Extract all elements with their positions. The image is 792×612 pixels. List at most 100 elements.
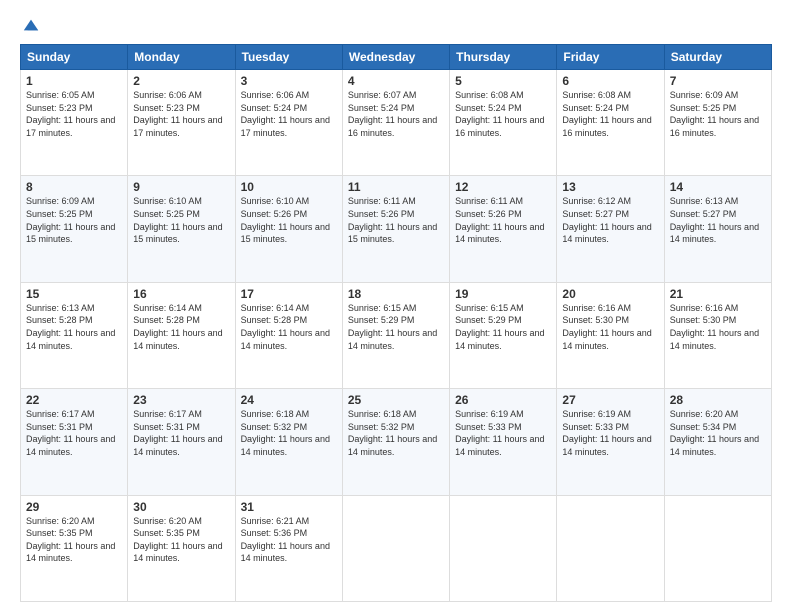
day-detail: Sunrise: 6:10 AMSunset: 5:25 PMDaylight:…	[133, 196, 222, 244]
calendar-cell: 28 Sunrise: 6:20 AMSunset: 5:34 PMDaylig…	[664, 389, 771, 495]
day-detail: Sunrise: 6:11 AMSunset: 5:26 PMDaylight:…	[348, 196, 437, 244]
day-detail: Sunrise: 6:09 AMSunset: 5:25 PMDaylight:…	[26, 196, 115, 244]
day-number: 10	[241, 180, 337, 194]
day-detail: Sunrise: 6:06 AMSunset: 5:24 PMDaylight:…	[241, 90, 330, 138]
calendar-cell: 19 Sunrise: 6:15 AMSunset: 5:29 PMDaylig…	[450, 282, 557, 388]
calendar-cell: 18 Sunrise: 6:15 AMSunset: 5:29 PMDaylig…	[342, 282, 449, 388]
calendar-cell: 14 Sunrise: 6:13 AMSunset: 5:27 PMDaylig…	[664, 176, 771, 282]
day-number: 31	[241, 500, 337, 514]
day-detail: Sunrise: 6:16 AMSunset: 5:30 PMDaylight:…	[670, 303, 759, 351]
day-number: 8	[26, 180, 122, 194]
day-header: Thursday	[450, 45, 557, 70]
calendar-header-row: SundayMondayTuesdayWednesdayThursdayFrid…	[21, 45, 772, 70]
day-detail: Sunrise: 6:18 AMSunset: 5:32 PMDaylight:…	[241, 409, 330, 457]
day-number: 19	[455, 287, 551, 301]
day-number: 18	[348, 287, 444, 301]
day-detail: Sunrise: 6:20 AMSunset: 5:35 PMDaylight:…	[133, 516, 222, 564]
calendar-cell: 4 Sunrise: 6:07 AMSunset: 5:24 PMDayligh…	[342, 70, 449, 176]
day-number: 3	[241, 74, 337, 88]
day-detail: Sunrise: 6:13 AMSunset: 5:27 PMDaylight:…	[670, 196, 759, 244]
calendar-cell: 24 Sunrise: 6:18 AMSunset: 5:32 PMDaylig…	[235, 389, 342, 495]
day-header: Wednesday	[342, 45, 449, 70]
day-number: 22	[26, 393, 122, 407]
calendar-cell: 1 Sunrise: 6:05 AMSunset: 5:23 PMDayligh…	[21, 70, 128, 176]
calendar-cell	[557, 495, 664, 601]
calendar-week-row: 1 Sunrise: 6:05 AMSunset: 5:23 PMDayligh…	[21, 70, 772, 176]
day-detail: Sunrise: 6:16 AMSunset: 5:30 PMDaylight:…	[562, 303, 651, 351]
day-number: 1	[26, 74, 122, 88]
calendar-cell	[664, 495, 771, 601]
calendar-cell: 13 Sunrise: 6:12 AMSunset: 5:27 PMDaylig…	[557, 176, 664, 282]
day-detail: Sunrise: 6:07 AMSunset: 5:24 PMDaylight:…	[348, 90, 437, 138]
calendar-cell: 27 Sunrise: 6:19 AMSunset: 5:33 PMDaylig…	[557, 389, 664, 495]
day-number: 5	[455, 74, 551, 88]
calendar-week-row: 29 Sunrise: 6:20 AMSunset: 5:35 PMDaylig…	[21, 495, 772, 601]
day-detail: Sunrise: 6:08 AMSunset: 5:24 PMDaylight:…	[562, 90, 651, 138]
logo-icon	[22, 16, 40, 34]
day-number: 4	[348, 74, 444, 88]
day-number: 2	[133, 74, 229, 88]
day-number: 23	[133, 393, 229, 407]
day-detail: Sunrise: 6:18 AMSunset: 5:32 PMDaylight:…	[348, 409, 437, 457]
day-number: 14	[670, 180, 766, 194]
day-number: 9	[133, 180, 229, 194]
day-detail: Sunrise: 6:12 AMSunset: 5:27 PMDaylight:…	[562, 196, 651, 244]
calendar-cell: 7 Sunrise: 6:09 AMSunset: 5:25 PMDayligh…	[664, 70, 771, 176]
day-detail: Sunrise: 6:17 AMSunset: 5:31 PMDaylight:…	[133, 409, 222, 457]
day-number: 16	[133, 287, 229, 301]
day-detail: Sunrise: 6:19 AMSunset: 5:33 PMDaylight:…	[455, 409, 544, 457]
day-detail: Sunrise: 6:15 AMSunset: 5:29 PMDaylight:…	[455, 303, 544, 351]
day-number: 28	[670, 393, 766, 407]
day-number: 12	[455, 180, 551, 194]
calendar-week-row: 15 Sunrise: 6:13 AMSunset: 5:28 PMDaylig…	[21, 282, 772, 388]
day-number: 7	[670, 74, 766, 88]
day-detail: Sunrise: 6:13 AMSunset: 5:28 PMDaylight:…	[26, 303, 115, 351]
day-header: Sunday	[21, 45, 128, 70]
day-number: 26	[455, 393, 551, 407]
calendar-week-row: 22 Sunrise: 6:17 AMSunset: 5:31 PMDaylig…	[21, 389, 772, 495]
calendar-week-row: 8 Sunrise: 6:09 AMSunset: 5:25 PMDayligh…	[21, 176, 772, 282]
day-detail: Sunrise: 6:14 AMSunset: 5:28 PMDaylight:…	[133, 303, 222, 351]
day-detail: Sunrise: 6:14 AMSunset: 5:28 PMDaylight:…	[241, 303, 330, 351]
day-number: 15	[26, 287, 122, 301]
calendar-cell	[450, 495, 557, 601]
page: SundayMondayTuesdayWednesdayThursdayFrid…	[0, 0, 792, 612]
day-number: 29	[26, 500, 122, 514]
logo	[20, 16, 40, 34]
calendar-cell: 16 Sunrise: 6:14 AMSunset: 5:28 PMDaylig…	[128, 282, 235, 388]
day-header: Friday	[557, 45, 664, 70]
calendar: SundayMondayTuesdayWednesdayThursdayFrid…	[20, 44, 772, 602]
day-number: 24	[241, 393, 337, 407]
calendar-cell: 9 Sunrise: 6:10 AMSunset: 5:25 PMDayligh…	[128, 176, 235, 282]
calendar-cell: 15 Sunrise: 6:13 AMSunset: 5:28 PMDaylig…	[21, 282, 128, 388]
calendar-body: 1 Sunrise: 6:05 AMSunset: 5:23 PMDayligh…	[21, 70, 772, 602]
calendar-cell: 2 Sunrise: 6:06 AMSunset: 5:23 PMDayligh…	[128, 70, 235, 176]
day-detail: Sunrise: 6:15 AMSunset: 5:29 PMDaylight:…	[348, 303, 437, 351]
day-detail: Sunrise: 6:20 AMSunset: 5:35 PMDaylight:…	[26, 516, 115, 564]
day-header: Tuesday	[235, 45, 342, 70]
calendar-cell: 6 Sunrise: 6:08 AMSunset: 5:24 PMDayligh…	[557, 70, 664, 176]
calendar-cell: 31 Sunrise: 6:21 AMSunset: 5:36 PMDaylig…	[235, 495, 342, 601]
calendar-cell: 22 Sunrise: 6:17 AMSunset: 5:31 PMDaylig…	[21, 389, 128, 495]
day-number: 13	[562, 180, 658, 194]
calendar-cell: 25 Sunrise: 6:18 AMSunset: 5:32 PMDaylig…	[342, 389, 449, 495]
calendar-cell: 26 Sunrise: 6:19 AMSunset: 5:33 PMDaylig…	[450, 389, 557, 495]
calendar-cell: 29 Sunrise: 6:20 AMSunset: 5:35 PMDaylig…	[21, 495, 128, 601]
day-number: 20	[562, 287, 658, 301]
day-detail: Sunrise: 6:08 AMSunset: 5:24 PMDaylight:…	[455, 90, 544, 138]
day-detail: Sunrise: 6:06 AMSunset: 5:23 PMDaylight:…	[133, 90, 222, 138]
calendar-cell: 8 Sunrise: 6:09 AMSunset: 5:25 PMDayligh…	[21, 176, 128, 282]
day-number: 17	[241, 287, 337, 301]
day-detail: Sunrise: 6:17 AMSunset: 5:31 PMDaylight:…	[26, 409, 115, 457]
calendar-cell: 23 Sunrise: 6:17 AMSunset: 5:31 PMDaylig…	[128, 389, 235, 495]
calendar-cell: 20 Sunrise: 6:16 AMSunset: 5:30 PMDaylig…	[557, 282, 664, 388]
day-detail: Sunrise: 6:10 AMSunset: 5:26 PMDaylight:…	[241, 196, 330, 244]
calendar-cell: 12 Sunrise: 6:11 AMSunset: 5:26 PMDaylig…	[450, 176, 557, 282]
day-number: 21	[670, 287, 766, 301]
day-detail: Sunrise: 6:09 AMSunset: 5:25 PMDaylight:…	[670, 90, 759, 138]
day-number: 25	[348, 393, 444, 407]
day-detail: Sunrise: 6:19 AMSunset: 5:33 PMDaylight:…	[562, 409, 651, 457]
calendar-cell: 11 Sunrise: 6:11 AMSunset: 5:26 PMDaylig…	[342, 176, 449, 282]
day-number: 11	[348, 180, 444, 194]
day-detail: Sunrise: 6:11 AMSunset: 5:26 PMDaylight:…	[455, 196, 544, 244]
